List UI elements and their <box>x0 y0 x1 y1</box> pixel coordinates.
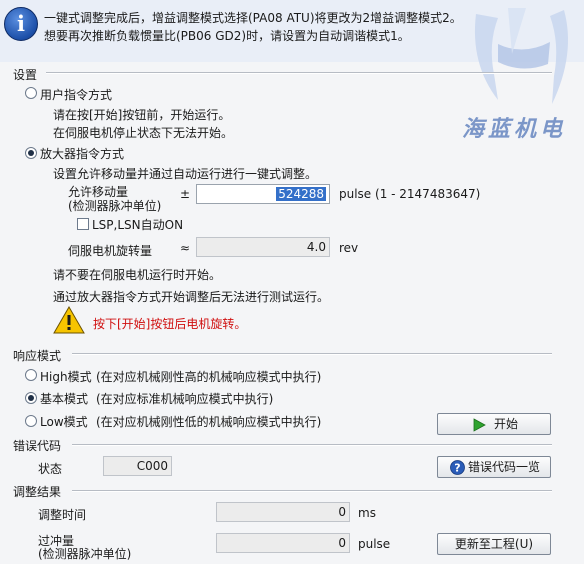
high-mode-radio[interactable] <box>25 369 37 381</box>
warning-icon <box>53 306 85 334</box>
low-mode-label[interactable]: Low模式 <box>40 413 88 430</box>
move-amount-value: 524288 <box>276 187 326 201</box>
basic-mode-label[interactable]: 基本模式 <box>40 390 88 407</box>
update-project-label: 更新至工程(U) <box>454 537 534 551</box>
warning-text: 按下[开始]按钮后电机旋转。 <box>93 317 247 331</box>
error-title: 错误代码 <box>13 439 62 453</box>
note-1: 请不要在伺服电机运行时开始。 <box>53 268 222 282</box>
plus-minus-sign: ± <box>180 187 191 201</box>
lsp-lsn-checkbox[interactable] <box>77 218 89 230</box>
error-list-button[interactable]: ? 错误代码一览 <box>437 456 551 478</box>
watermark-text: 海蓝机电 <box>462 117 567 142</box>
move-amount-input[interactable]: 524288 <box>196 184 330 204</box>
move-amount-unit-label: (检测器脉冲单位) <box>68 199 162 213</box>
overshoot-unit-label: (检测器脉冲单位) <box>38 547 132 561</box>
error-list-label: 错误代码一览 <box>468 460 541 474</box>
adjust-time-unit: ms <box>358 506 376 520</box>
response-title: 响应模式 <box>13 349 62 363</box>
amp-cmd-label[interactable]: 放大器指令方式 <box>40 145 124 162</box>
response-divider <box>72 353 552 355</box>
error-divider <box>72 444 552 446</box>
basic-mode-desc: (在对应标准机械响应模式中执行) <box>96 392 274 406</box>
adjust-time-value: 0 <box>216 502 350 522</box>
rotation-unit: rev <box>339 241 359 255</box>
start-button-label: 开始 <box>494 417 519 431</box>
settings-title: 设置 <box>13 68 38 82</box>
basic-mode-radio[interactable] <box>25 392 37 404</box>
low-mode-radio[interactable] <box>25 415 37 427</box>
status-value: C000 <box>103 456 172 476</box>
user-cmd-radio[interactable] <box>25 87 37 99</box>
result-divider <box>72 490 552 492</box>
status-label: 状态 <box>38 462 63 476</box>
user-cmd-label[interactable]: 用户指令方式 <box>40 86 112 103</box>
rotation-value: 4.0 <box>196 237 330 257</box>
info-icon: i <box>4 7 38 41</box>
message-line-1: 一键式调整完成后，增益调整模式选择(PA08 ATU)将更改为2增益调整模式2。 <box>44 11 462 25</box>
note-2: 通过放大器指令方式开始调整后无法进行测试运行。 <box>53 290 330 304</box>
help-icon: ? <box>450 460 465 475</box>
update-project-button[interactable]: 更新至工程(U) <box>437 533 551 555</box>
overshoot-value: 0 <box>216 533 350 553</box>
user-cmd-desc-1: 请在按[开始]按钮前，开始运行。 <box>53 108 231 122</box>
message-line-2: 想要再次推断负载惯量比(PB06 GD2)时，请设置为自动调谐模式1。 <box>44 29 410 43</box>
start-button[interactable]: 开始 <box>437 413 551 435</box>
low-mode-desc: (在对应机械刚性低的机械响应模式中执行) <box>96 415 322 429</box>
result-title: 调整结果 <box>13 485 62 499</box>
amp-cmd-desc: 设置允许移动量并通过自动运行进行一键式调整。 <box>53 167 318 181</box>
svg-text:?: ? <box>454 462 460 475</box>
adjust-time-label: 调整时间 <box>38 508 87 522</box>
rotation-label: 伺服电机旋转量 <box>68 244 153 258</box>
user-cmd-desc-2: 在伺服电机停止状态下无法开始。 <box>53 126 234 140</box>
high-mode-label[interactable]: High模式 <box>40 368 92 385</box>
approx-sign: ≈ <box>180 241 191 255</box>
play-icon <box>473 418 486 432</box>
move-amount-range: pulse (1 - 2147483647) <box>339 187 481 201</box>
settings-divider <box>46 72 552 74</box>
overshoot-unit: pulse <box>358 537 391 551</box>
lsp-lsn-label[interactable]: LSP,LSN自动ON <box>92 216 183 233</box>
amp-cmd-radio[interactable] <box>25 147 37 159</box>
high-mode-desc: (在对应机械刚性高的机械响应模式中执行) <box>96 370 322 384</box>
